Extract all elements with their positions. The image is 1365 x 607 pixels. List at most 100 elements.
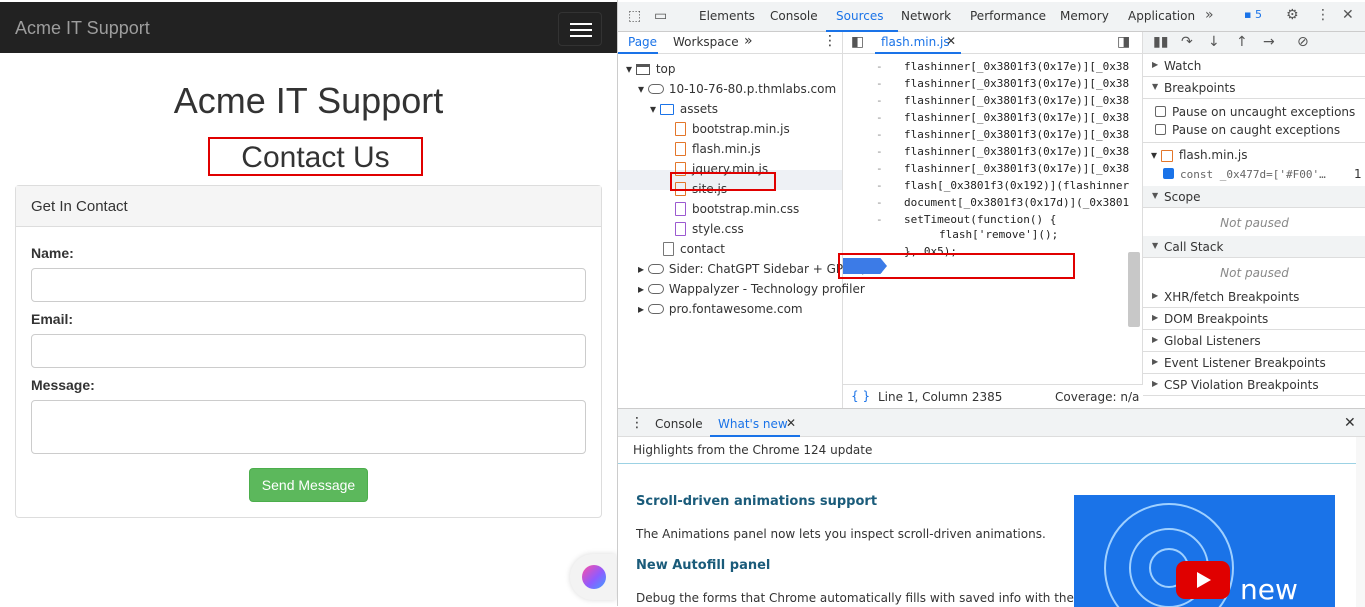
navbar-brand[interactable]: Acme IT Support	[15, 18, 150, 39]
email-label: Email:	[31, 311, 74, 327]
breakpoint-line: 1	[1354, 167, 1362, 181]
tab-console[interactable]: Console	[770, 9, 818, 23]
section-global-listeners[interactable]: ▶ Global Listeners	[1143, 330, 1365, 352]
promo-text: new	[1240, 573, 1298, 606]
pretty-print-icon[interactable]: { }	[851, 389, 870, 403]
menu-toggle-button[interactable]	[558, 12, 602, 46]
pause-uncaught-checkbox[interactable]: Pause on uncaught exceptions	[1155, 105, 1355, 119]
drawer-menu-icon[interactable]: ⋮	[630, 415, 644, 431]
breakpoint-file[interactable]: ▾ flash.min.js	[1151, 148, 1247, 162]
toggle-navigator-icon[interactable]: ◧	[851, 34, 864, 50]
tab-performance[interactable]: Performance	[970, 9, 1046, 23]
more-tabs-icon[interactable]: »	[744, 33, 753, 49]
checkbox-icon	[1155, 106, 1166, 117]
vertical-scrollbar[interactable]	[1356, 437, 1365, 607]
section-event-listener-breakpoints[interactable]: ▶ Event Listener Breakpoints	[1143, 352, 1365, 374]
step-out-icon[interactable]: ↑	[1236, 34, 1248, 50]
issues-icon[interactable]: ▪ 5	[1244, 8, 1262, 21]
message-textarea[interactable]	[31, 400, 586, 454]
collapse-arrow-icon: ▼	[1152, 191, 1159, 200]
breakpoint-entry[interactable]: const _0x477d=['#F00'…	[1163, 167, 1326, 181]
tree-domain[interactable]: ▾ 10-10-76-80.p.thmlabs.com	[638, 82, 836, 96]
inspect-element-icon[interactable]: ⬚	[628, 8, 641, 24]
collapse-arrow-icon: ▼	[1152, 241, 1159, 250]
message-label: Message:	[31, 377, 95, 393]
more-options-icon[interactable]: ⋮	[823, 33, 837, 49]
tree-file[interactable]: bootstrap.min.css	[675, 202, 799, 216]
feature-heading[interactable]: Scroll-driven animations support	[636, 494, 877, 509]
tree-assets-folder[interactable]: ▾ assets	[650, 102, 718, 116]
youtube-play-icon[interactable]	[1176, 561, 1230, 599]
devtools: ⬚ ▭ Elements Console Sources Network Per…	[617, 0, 1365, 607]
tab-memory[interactable]: Memory	[1060, 9, 1109, 23]
active-tab-indicator	[618, 52, 658, 54]
cloud-icon	[647, 264, 664, 274]
checkbox-checked-icon	[1163, 168, 1174, 179]
code-line: flashinner[_0x3801f3(0x17e)][_0x38	[904, 145, 1130, 158]
settings-gear-icon[interactable]: ⚙	[1286, 7, 1299, 23]
close-tab-icon[interactable]: ✕	[786, 416, 796, 430]
feature-heading[interactable]: New Autofill panel	[636, 558, 770, 573]
tree-file[interactable]: style.css	[675, 222, 744, 236]
tree-extension[interactable]: ▸ Sider: ChatGPT Sidebar + GPT-4,	[638, 262, 865, 276]
section-xhr-breakpoints[interactable]: ▶ XHR/fetch Breakpoints	[1143, 286, 1365, 308]
name-field[interactable]	[31, 268, 586, 302]
tab-elements[interactable]: Elements	[699, 9, 755, 23]
sider-extension-button[interactable]	[570, 554, 616, 600]
more-tabs-icon[interactable]: »	[1205, 7, 1214, 23]
section-call-stack[interactable]: ▼ Call Stack	[1143, 236, 1365, 258]
section-scope[interactable]: ▼ Scope	[1143, 186, 1365, 208]
web-page: Acme IT Support Acme IT Support Contact …	[0, 0, 617, 606]
step-icon[interactable]: →	[1263, 34, 1275, 50]
tree-extension[interactable]: ▸ pro.fontawesome.com	[638, 302, 803, 316]
expand-arrow-icon: ▶	[1152, 335, 1159, 344]
deactivate-breakpoints-icon[interactable]: ⊘	[1297, 34, 1309, 50]
step-over-icon[interactable]: ↷	[1181, 34, 1193, 50]
drawer-tab-console[interactable]: Console	[655, 417, 703, 431]
tree-file-selected[interactable]: flash.min.js	[675, 142, 761, 156]
section-csp-breakpoints[interactable]: ▶ CSP Violation Breakpoints	[1143, 374, 1365, 396]
debugger-toolbar: ▮▮ ↷ ↓ ↑ → ⊘	[1143, 32, 1365, 54]
devtools-tabbar: ⬚ ▭ Elements Console Sources Network Per…	[618, 2, 1365, 32]
more-options-icon[interactable]: ⋮	[1316, 7, 1330, 23]
tab-sources[interactable]: Sources	[836, 9, 883, 23]
tab-network[interactable]: Network	[901, 9, 951, 23]
devtools-drawer: ⋮ Console What's new ✕ ✕ Highlights from…	[618, 408, 1365, 607]
divider	[1143, 142, 1365, 143]
expand-arrow-icon: ▶	[1152, 379, 1159, 388]
code-line: flashinner[_0x3801f3(0x17e)][_0x38	[904, 94, 1130, 107]
step-into-icon[interactable]: ↓	[1208, 34, 1220, 50]
send-message-button[interactable]: Send Message	[249, 468, 368, 502]
tree-file[interactable]: bootstrap.min.js	[675, 122, 790, 136]
tab-workspace[interactable]: Workspace	[673, 35, 739, 49]
pause-icon[interactable]: ▮▮	[1153, 34, 1168, 50]
toggle-debugger-icon[interactable]: ◨	[1117, 34, 1130, 50]
tree-top[interactable]: ▾ top	[626, 62, 676, 76]
pause-caught-checkbox[interactable]: Pause on caught exceptions	[1155, 123, 1340, 137]
editor-status-bar: { } Line 1, Column 2385 Coverage: n/a	[843, 384, 1143, 408]
section-watch[interactable]: ▶ Watch	[1143, 55, 1365, 77]
close-tab-icon[interactable]: ✕	[946, 34, 956, 48]
tree-extension[interactable]: ▸ Wappalyzer - Technology profiler	[638, 282, 865, 296]
gutter-dash: -	[876, 196, 883, 209]
vertical-scrollbar[interactable]	[1128, 252, 1140, 327]
highlights-banner: Highlights from the Chrome 124 update	[618, 437, 1356, 464]
email-field[interactable]	[31, 334, 586, 368]
cloud-icon	[647, 84, 664, 94]
section-breakpoints[interactable]: ▼ Breakpoints	[1143, 77, 1365, 99]
code-editor: ◧ flash.min.js ✕ ◨ - - - - - - - - - - -…	[838, 32, 1143, 408]
device-toolbar-icon[interactable]: ▭	[654, 8, 667, 24]
tree-contact[interactable]: contact	[663, 242, 725, 256]
promo-video-thumbnail[interactable]: new	[1074, 495, 1335, 607]
issues-count: 5	[1254, 8, 1262, 21]
section-dom-breakpoints[interactable]: ▶ DOM Breakpoints	[1143, 308, 1365, 330]
close-drawer-icon[interactable]: ✕	[1344, 415, 1356, 431]
css-file-icon	[675, 202, 686, 216]
folder-icon	[659, 104, 674, 115]
tab-page[interactable]: Page	[628, 35, 657, 49]
editor-tab-flash[interactable]: flash.min.js	[881, 35, 950, 49]
close-icon[interactable]: ✕	[1342, 7, 1354, 23]
tab-application[interactable]: Application	[1128, 9, 1195, 23]
hamburger-icon	[570, 23, 592, 25]
drawer-tab-whats-new[interactable]: What's new	[718, 417, 788, 431]
